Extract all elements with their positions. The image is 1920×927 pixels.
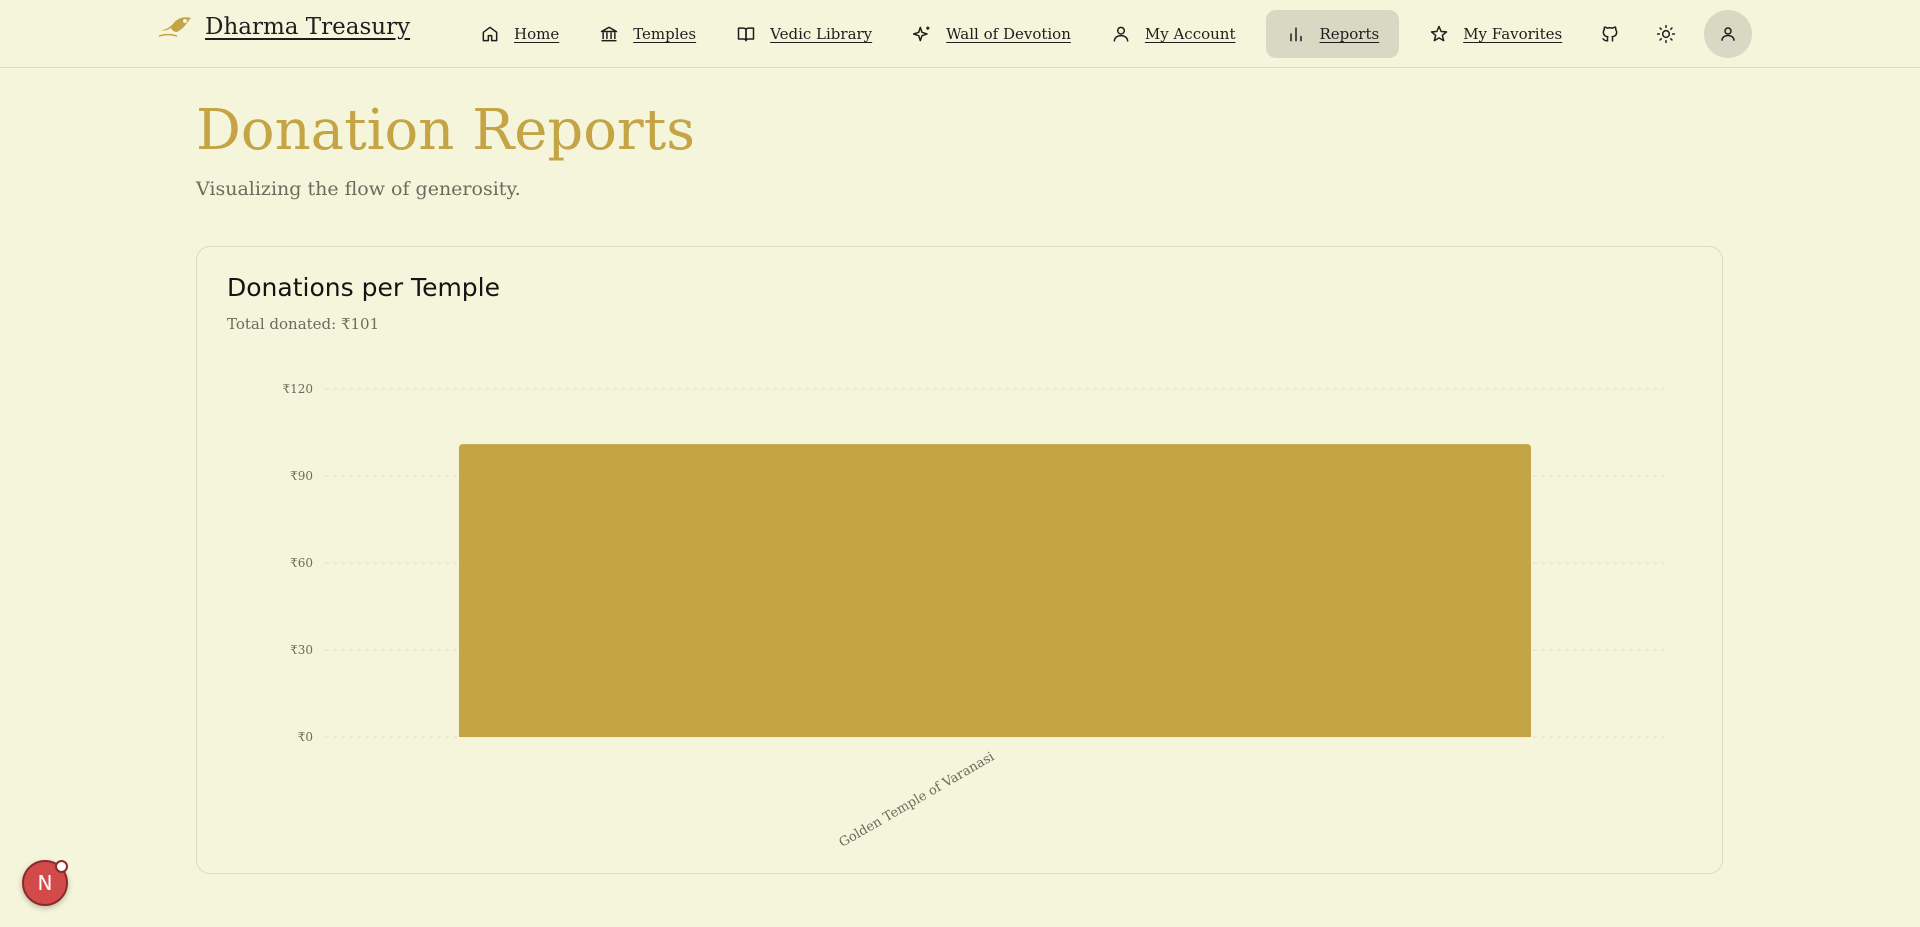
nav-item-label: My Account xyxy=(1144,25,1236,43)
nav-item-temples[interactable]: Temples xyxy=(589,10,706,58)
home-icon xyxy=(480,24,500,44)
theme-toggle-button[interactable] xyxy=(1648,16,1684,52)
card-title: Donations per Temple xyxy=(227,273,500,302)
y-tick-label: ₹120 xyxy=(282,382,313,396)
bar-chart-icon xyxy=(1286,24,1306,44)
user-icon xyxy=(1111,24,1131,44)
nav-item-home[interactable]: Home xyxy=(470,10,569,58)
user-avatar-icon xyxy=(1721,27,1735,41)
github-button[interactable] xyxy=(1592,16,1628,52)
sparkles-icon xyxy=(912,24,932,44)
nav-item-label: My Favorites xyxy=(1463,25,1563,43)
x-tick-label: Golden Temple of Varanasi xyxy=(837,749,997,850)
nav-item-vedic-library[interactable]: Vedic Library xyxy=(726,10,882,58)
nav-item-label: Home xyxy=(514,25,560,43)
nav-item-label: Reports xyxy=(1319,25,1380,43)
nav-item-my-account[interactable]: My Account xyxy=(1101,10,1246,58)
y-tick-label: ₹30 xyxy=(290,643,313,657)
dev-tools-badge-label: N xyxy=(37,871,53,895)
bar xyxy=(459,444,1531,737)
sun-icon xyxy=(1657,24,1676,44)
donations-bar-chart: ₹0 ₹30 ₹60 ₹90 ₹120 Golden Temple of Varanasi xyxy=(282,382,1665,851)
top-navbar: Dharma Treasury Home Temples Vedic Libra… xyxy=(0,0,1920,68)
nav-item-label: Wall of Devotion xyxy=(946,25,1071,43)
user-menu-button[interactable] xyxy=(1704,10,1753,58)
page-subtitle: Visualizing the flow of generosity. xyxy=(196,178,521,200)
dev-tools-badge[interactable]: N xyxy=(22,860,68,906)
star-icon xyxy=(1429,24,1449,44)
temple-icon xyxy=(599,24,619,44)
book-icon xyxy=(736,24,756,44)
brand-name: Dharma Treasury xyxy=(205,14,411,40)
lotus-logo-icon xyxy=(158,17,191,37)
brand-link[interactable]: Dharma Treasury xyxy=(157,12,410,42)
nav-item-wall-of-devotion[interactable]: Wall of Devotion xyxy=(902,10,1081,58)
github-icon xyxy=(1602,26,1618,42)
nav-item-my-favorites[interactable]: My Favorites xyxy=(1419,10,1572,58)
notification-dot xyxy=(55,860,68,873)
nav-item-label: Vedic Library xyxy=(770,25,873,43)
donations-chart-card: ₹0 ₹30 ₹60 ₹90 ₹120 Golden Temple of Varanasi… xyxy=(196,246,1723,874)
page-title: Donation Reports xyxy=(196,98,695,163)
main-nav: Home Temples Vedic Library Wall of Devot… xyxy=(470,10,1753,58)
nav-item-label: Temples xyxy=(633,25,697,43)
y-tick-label: ₹90 xyxy=(290,469,313,483)
y-tick-label: ₹60 xyxy=(290,556,313,570)
card-description: Total donated: ₹101 xyxy=(227,315,380,333)
nav-item-reports[interactable]: Reports xyxy=(1265,10,1400,58)
y-tick-label: ₹0 xyxy=(298,730,313,744)
